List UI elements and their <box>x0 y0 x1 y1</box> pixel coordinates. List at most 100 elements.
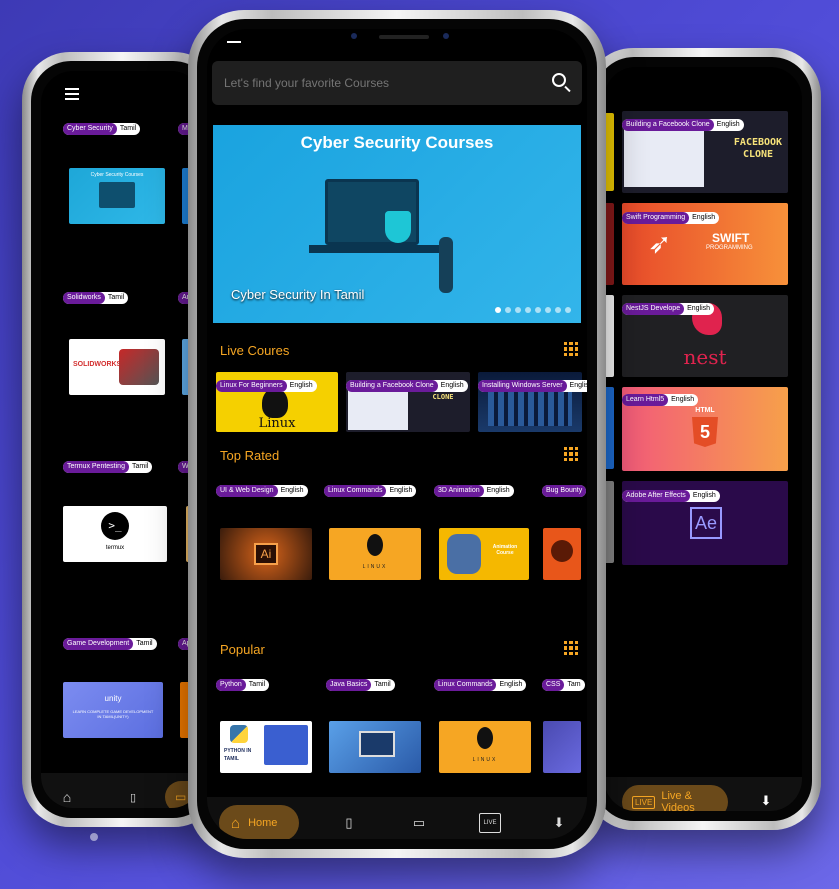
thumbnail-text: SOLIDWORKS <box>73 361 122 368</box>
course-tag[interactable]: Building a Facebook Clone English <box>622 119 744 131</box>
search-input[interactable] <box>224 73 524 93</box>
course-tag[interactable]: Termux Pentesting Tamil <box>63 461 153 473</box>
course-language: English <box>687 305 711 312</box>
course-title: NestJS Develope <box>622 303 685 315</box>
course-tag[interactable]: Swift Programming English <box>622 212 720 224</box>
course-thumbnail[interactable]: SOLIDWORKS <box>69 339 165 395</box>
right-phone: ☰ FACEBOOK CLONE Building a Facebook Clo… <box>585 48 821 830</box>
thumbnail-text: Ai <box>254 543 278 565</box>
course-tag[interactable]: Python Tamil <box>216 679 270 691</box>
carousel-dots[interactable] <box>495 307 571 313</box>
course-language: Tamil <box>374 681 391 688</box>
view-all-popular-icon[interactable] <box>564 641 578 655</box>
mobile-course-icon[interactable]: ▯ <box>123 787 143 807</box>
course-language: English <box>692 214 716 221</box>
search-icon[interactable] <box>552 73 566 87</box>
swift-icon: ➶ <box>648 228 672 259</box>
tux-icon <box>477 727 493 749</box>
desktop-course-icon[interactable]: ▭ <box>409 813 429 833</box>
course-language: English <box>440 382 464 389</box>
course-title: Cyber Security <box>63 123 117 135</box>
course-title: Swift Programming <box>622 212 690 224</box>
course-title: Linux Commands <box>324 485 387 497</box>
course-tag[interactable]: CSS Tam <box>542 679 585 691</box>
thumbnail-text: FACEBOOK CLONE <box>733 137 783 160</box>
course-tag[interactable]: Bug Bounty <box>542 485 587 497</box>
live-videos-button[interactable]: LIVE Live & Videos <box>622 785 728 811</box>
course-thumbnail[interactable] <box>329 721 421 773</box>
view-all-top-rated-icon[interactable] <box>564 447 578 461</box>
download-icon[interactable]: ⬇ <box>756 791 776 811</box>
left-screen: Cyber SecurityTamil Meta Cyber Security … <box>41 71 203 808</box>
course-tag[interactable]: 3D Animation English <box>434 485 514 497</box>
course-title: Solidworks <box>63 292 105 304</box>
course-tag[interactable]: Linux Commands English <box>434 679 527 691</box>
tux-icon <box>262 388 288 418</box>
thumbnail-subtext: PROGRAMMING <box>706 245 753 251</box>
course-tag[interactable]: Installing Windows ServerEnglish <box>478 380 587 392</box>
course-title: Termux Pentesting <box>63 461 129 473</box>
course-title: Adobe After Effects <box>622 490 690 502</box>
python-icon <box>230 725 248 743</box>
course-tag[interactable]: Building a Facebook Clone English <box>346 380 468 392</box>
hero-banner[interactable]: Cyber Security Courses Cyber Security In… <box>213 125 581 323</box>
bottom-nav: ⌂ ▯ ▭ <box>41 773 203 808</box>
course-thumbnail[interactable]: unity LEARN COMPLETE GAME DEVELOPMENT IN… <box>63 682 163 738</box>
course-thumbnail[interactable]: >_ termux <box>63 506 167 562</box>
course-language: Tamil <box>131 463 149 470</box>
camera-notch <box>337 29 467 43</box>
thumbnail-text: Animation Course <box>492 544 518 556</box>
course-thumbnail[interactable] <box>543 721 581 773</box>
live-videos-label: Live & Videos <box>661 790 695 811</box>
bottom-nav: ⌂ Home ▯ ▭ LIVE ⬇ <box>207 797 587 839</box>
course-tag[interactable]: Java Basics Tamil <box>326 679 395 691</box>
menu-icon[interactable] <box>227 41 241 45</box>
thumbnail-text: SWIFT <box>712 231 750 245</box>
course-language: English <box>692 492 716 499</box>
shield-icon <box>385 211 411 243</box>
home-button[interactable]: ⌂ Home <box>219 805 299 839</box>
course-tag[interactable]: NestJS Develope English <box>622 303 715 315</box>
menu-icon[interactable] <box>65 88 79 100</box>
bottom-nav: LIVE Live & Videos ⬇ <box>604 777 802 811</box>
home-icon[interactable]: ⌂ <box>57 787 77 807</box>
course-thumbnail[interactable]: LINUX <box>439 721 531 773</box>
right-phone-body: ☰ FACEBOOK CLONE Building a Facebook Clo… <box>594 57 812 821</box>
course-tag[interactable]: Learn Html5 English <box>622 394 699 406</box>
course-language: Tam <box>567 681 581 688</box>
course-thumbnail[interactable]: PYTHON IN TAMIL <box>220 721 312 773</box>
course-language: Tamil <box>136 640 153 647</box>
course-title: UI & Web Design <box>216 485 278 497</box>
download-icon[interactable]: ⬇ <box>549 813 569 833</box>
course-tag[interactable]: Cyber Security Tamil <box>63 123 141 135</box>
course-language: English <box>280 487 304 494</box>
course-tag[interactable]: Game Development Tamil <box>63 638 157 650</box>
thumbnail-text: nest <box>683 345 727 369</box>
center-phone: Cyber Security Courses Cyber Security In… <box>188 10 606 858</box>
thumbnail-text: LINUX <box>472 757 498 763</box>
course-tag[interactable]: Solidworks Tamil <box>63 292 129 304</box>
course-thumbnail[interactable] <box>543 528 581 580</box>
course-thumbnail[interactable]: Ai <box>220 528 312 580</box>
live-icon: LIVE <box>632 795 656 809</box>
search-bar[interactable] <box>212 61 582 105</box>
tux-icon <box>367 534 383 556</box>
view-all-live-icon[interactable] <box>564 342 578 356</box>
course-tag[interactable]: Linux For Beginners English <box>216 380 317 392</box>
course-tag[interactable]: Linux Commands English <box>324 485 417 497</box>
course-thumbnail[interactable]: LINUX <box>329 528 421 580</box>
right-screen: ☰ FACEBOOK CLONE Building a Facebook Clo… <box>604 67 802 811</box>
course-title: Linux For Beginners <box>216 380 287 392</box>
home-icon: ⌂ <box>231 814 241 832</box>
course-language: English <box>486 487 510 494</box>
course-tag[interactable]: UI & Web Design English <box>216 485 308 497</box>
course-thumbnail[interactable]: Animation Course <box>439 528 529 580</box>
thumbnail-text: Ae <box>690 507 722 539</box>
course-title: 3D Animation <box>434 485 484 497</box>
course-title: Bug Bounty <box>542 485 587 497</box>
section-title-top-rated: Top Rated <box>220 448 280 463</box>
mobile-course-icon[interactable]: ▯ <box>339 813 359 833</box>
live-icon[interactable]: LIVE <box>479 813 501 833</box>
course-tag[interactable]: Adobe After Effects English <box>622 490 720 502</box>
course-thumbnail[interactable]: Cyber Security Courses <box>69 168 165 224</box>
